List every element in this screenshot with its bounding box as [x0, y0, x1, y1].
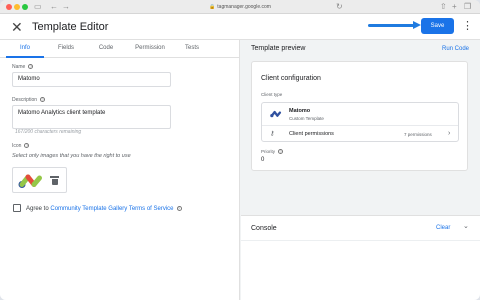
- matomo-logo-icon: [270, 110, 282, 118]
- help-icon[interactable]: ?: [176, 205, 182, 211]
- url-text: tagmanager.google.com: [217, 4, 271, 10]
- more-options-icon[interactable]: ⋮: [462, 17, 473, 35]
- agree-text: Agree to Community Template Gallery Term…: [26, 205, 182, 213]
- tab-permission[interactable]: Permission: [128, 40, 172, 58]
- tab-fields[interactable]: Fields: [48, 40, 84, 58]
- icon-label-text: Icon: [12, 143, 22, 149]
- description-label: Description?: [12, 97, 46, 104]
- browser-window: ▭ ← → 🔒 tagmanager.google.com ↻ ⇧ + ❐ ✕ T…: [0, 0, 480, 300]
- close-window-dot[interactable]: [6, 4, 12, 10]
- refresh-icon[interactable]: ↻: [336, 1, 343, 13]
- lock-icon: 🔒: [209, 4, 216, 10]
- permissions-count: 7 permissions: [404, 132, 432, 137]
- console-divider: [241, 240, 480, 241]
- client-type-label: Client type: [261, 92, 283, 97]
- tab-overview-icon[interactable]: ❐: [464, 1, 471, 13]
- key-icon: ⚷: [270, 131, 275, 137]
- chevron-down-icon[interactable]: ⌄: [463, 222, 469, 232]
- maximize-window-dot[interactable]: [22, 4, 28, 10]
- share-icon[interactable]: ⇧: [440, 1, 447, 13]
- client-configuration-card: Client configuration Client type Matomo …: [251, 61, 468, 171]
- description-textarea[interactable]: Matomo Analytics client template: [12, 105, 171, 129]
- template-preview-title: Template preview: [251, 45, 306, 52]
- name-label-text: Name: [12, 64, 26, 70]
- console-title: Console: [251, 225, 277, 232]
- tab-tests[interactable]: Tests: [176, 40, 208, 58]
- name-input[interactable]: Matomo: [12, 72, 171, 87]
- editor-left-panel: Info Fields Code Permission Tests Name? …: [0, 40, 240, 300]
- icon-label: Icon?: [12, 143, 30, 150]
- description-label-text: Description: [12, 97, 38, 103]
- run-code-button[interactable]: Run Code: [442, 44, 469, 54]
- save-button[interactable]: Save: [421, 18, 454, 34]
- priority-label-text: Priority: [261, 149, 276, 154]
- help-icon[interactable]: ?: [28, 64, 34, 70]
- priority-label: Priority?: [261, 149, 284, 155]
- client-type-card: Matomo Custom Template ⚷ Client permissi…: [261, 102, 459, 142]
- close-icon[interactable]: ✕: [11, 18, 23, 36]
- help-icon[interactable]: ?: [40, 97, 46, 103]
- name-label: Name?: [12, 64, 34, 71]
- matomo-logo-icon: [18, 174, 42, 188]
- address-bar[interactable]: 🔒 tagmanager.google.com: [150, 2, 330, 12]
- page-title: Template Editor: [32, 21, 109, 33]
- priority-value: 0: [261, 157, 265, 163]
- agree-prefix: Agree to: [26, 206, 51, 212]
- forward-arrow-icon[interactable]: →: [62, 1, 70, 13]
- browser-toolbar: ▭ ← → 🔒 tagmanager.google.com ↻ ⇧ + ❐: [0, 0, 480, 14]
- console-panel: Console Clear ⌄: [241, 215, 480, 300]
- pointer-arrow-icon: [368, 21, 421, 29]
- console-clear-button[interactable]: Clear: [436, 224, 450, 233]
- new-tab-icon[interactable]: +: [452, 1, 457, 13]
- editor-header: ✕ Template Editor Save ⋮: [0, 14, 480, 40]
- client-configuration-title: Client configuration: [261, 75, 321, 82]
- sidebar-toggle-icon[interactable]: ▭: [34, 1, 42, 13]
- back-arrow-icon[interactable]: ←: [50, 1, 58, 13]
- client-name: Matomo: [289, 108, 311, 114]
- editor-tabs: Info Fields Code Permission Tests: [0, 40, 240, 58]
- delete-icon[interactable]: [50, 176, 59, 185]
- minimize-window-dot[interactable]: [14, 4, 20, 10]
- icon-preview[interactable]: [12, 167, 67, 193]
- tab-code[interactable]: Code: [88, 40, 124, 58]
- client-permissions-label: Client permissions: [289, 131, 334, 137]
- icon-note: Select only images that you have the rig…: [12, 153, 131, 159]
- terms-of-service-link[interactable]: Community Template Gallery Terms of Serv…: [50, 206, 173, 212]
- agree-checkbox[interactable]: [13, 204, 21, 212]
- character-count: 167/200 characters remaining: [15, 129, 82, 135]
- chevron-right-icon: ›: [448, 130, 451, 137]
- client-permissions-row[interactable]: ⚷ Client permissions 7 permissions ›: [262, 125, 458, 142]
- help-icon[interactable]: ?: [278, 149, 284, 155]
- client-subtitle: Custom Template: [289, 116, 324, 121]
- help-icon[interactable]: ?: [24, 143, 30, 149]
- active-tab-indicator: [6, 56, 44, 58]
